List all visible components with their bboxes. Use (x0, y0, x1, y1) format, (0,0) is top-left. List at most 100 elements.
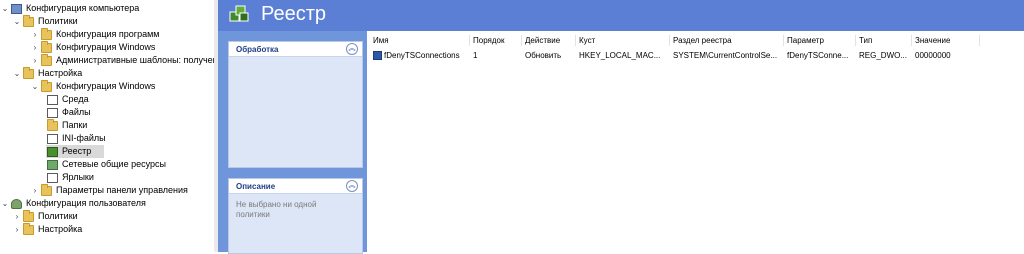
details-pane: Реестр Обработка ︽ Описание ︽ Не выбрано… (218, 0, 1024, 254)
chevron-down-icon[interactable]: ⌄ (0, 2, 10, 15)
console-tree: ⌄ Конфигурация компьютера ⌄ Политики › К… (0, 0, 214, 252)
registry-table: Имя Порядок Действие Куст Раздел реестра… (370, 35, 1024, 62)
folder-icon (23, 209, 34, 222)
tree-item-label: INI-файлы (62, 133, 106, 143)
tree-item-preferences[interactable]: ⌄ Настройка (12, 66, 83, 80)
folder-icon (23, 14, 34, 27)
tree-item-files[interactable]: Файлы (46, 106, 91, 119)
files-icon (47, 107, 58, 118)
cell-value: 00000000 (915, 51, 951, 60)
tree-item-ini-files[interactable]: INI-файлы (46, 132, 106, 145)
control-panel-icon (41, 183, 52, 196)
tree-item-label: Ярлыки (62, 172, 94, 182)
chevron-down-icon[interactable]: ⌄ (0, 197, 10, 210)
shortcut-icon (47, 172, 58, 183)
table-row[interactable]: fDenyTSConnections 1 Обновить HKEY_LOCAL… (370, 50, 1024, 62)
chevron-right-icon[interactable]: › (30, 54, 40, 67)
network-share-icon (47, 159, 58, 170)
folder-icon (23, 222, 34, 235)
tree-item-label: Сетевые общие ресурсы (62, 159, 166, 169)
tree-item-software-settings[interactable]: › Конфигурация программ (30, 27, 160, 41)
table-header: Имя Порядок Действие Куст Раздел реестра… (370, 35, 1024, 46)
column-header-name[interactable]: Имя (370, 35, 470, 46)
tree-item-policies[interactable]: ⌄ Политики (12, 14, 78, 28)
chevron-right-icon[interactable]: › (30, 41, 40, 54)
chevron-down-icon[interactable]: ⌄ (12, 15, 22, 28)
chevron-right-icon[interactable]: › (12, 210, 22, 223)
section-header: Реестр (218, 0, 1024, 31)
tree-item-label: Реестр (62, 146, 92, 156)
cell-type: REG_DWO... (859, 51, 908, 60)
chevron-down-icon[interactable]: ⌄ (12, 67, 22, 80)
tree-item-shortcuts[interactable]: Ярлыки (46, 171, 94, 184)
column-header-key-path[interactable]: Раздел реестра (670, 35, 784, 46)
tree-item-label: Конфигурация компьютера (26, 3, 140, 13)
chevron-right-icon[interactable]: › (30, 184, 40, 197)
chevron-down-icon[interactable]: ⌄ (30, 80, 40, 93)
chevron-right-icon[interactable]: › (12, 223, 22, 236)
tree-item-label: Конфигурация Windows (56, 81, 156, 91)
tree-item-preferences-windows-settings[interactable]: ⌄ Конфигурация Windows (30, 79, 156, 93)
processing-panel: Обработка ︽ (228, 41, 363, 168)
tree-item-control-panel-settings[interactable]: › Параметры панели управления (30, 183, 188, 197)
registry-icon (229, 5, 249, 22)
cell-name: fDenyTSConnections (370, 50, 470, 62)
ini-file-icon (47, 133, 58, 144)
cell-action: Обновить (525, 51, 562, 60)
panel-title: Описание (236, 182, 276, 191)
page-title: Реестр (261, 3, 326, 25)
panel-header[interactable]: Обработка ︽ (229, 42, 362, 57)
cell-key-path: SYSTEM\CurrentControlSe... (673, 51, 778, 60)
tree-item-label: Конфигурация Windows (56, 42, 156, 52)
tree-item-label: Административные шаблоны: получен (56, 55, 214, 65)
tree-item-user-policies[interactable]: › Политики (12, 209, 78, 223)
panel-title: Обработка (236, 45, 279, 54)
column-header-order[interactable]: Порядок (470, 35, 522, 46)
folder-icon (41, 27, 52, 40)
task-sidebar: Обработка ︽ Описание ︽ Не выбрано ни одн… (218, 31, 367, 254)
tree-item-admin-templates[interactable]: › Административные шаблоны: получен (30, 53, 214, 67)
folder-icon (41, 53, 52, 66)
chevron-right-icon[interactable]: › (30, 28, 40, 41)
folder-icon (41, 40, 52, 53)
column-header-action[interactable]: Действие (522, 35, 576, 46)
panel-header[interactable]: Описание ︽ (229, 179, 362, 194)
tree-item-label: Файлы (62, 107, 91, 117)
tree-item-folders[interactable]: Папки (46, 118, 88, 132)
user-icon (11, 198, 22, 209)
tree-item-label: Папки (62, 120, 88, 130)
description-panel: Описание ︽ Не выбрано ни одной политики (228, 178, 363, 254)
computer-icon (11, 3, 22, 14)
cell-name-text: fDenyTSConnections (384, 51, 460, 60)
column-header-hive[interactable]: Куст (576, 35, 670, 46)
cell-order: 1 (473, 51, 478, 60)
column-header-value-name[interactable]: Параметр (784, 35, 856, 46)
tree-item-computer-configuration[interactable]: ⌄ Конфигурация компьютера (0, 2, 139, 15)
tree-item-label: Политики (38, 16, 78, 26)
tree-item-user-preferences[interactable]: › Настройка (12, 222, 83, 236)
column-header-value[interactable]: Значение (912, 35, 980, 46)
tree-item-label: Параметры панели управления (56, 185, 188, 195)
environment-icon (47, 94, 58, 105)
panel-description-text: Не выбрано ни одной политики (236, 200, 317, 219)
tree-item-registry[interactable]: Реестр (46, 145, 104, 158)
tree-item-label: Политики (38, 211, 78, 221)
collapse-icon[interactable]: ︽ (346, 43, 358, 55)
tree-item-label: Конфигурация пользователя (26, 198, 146, 208)
cell-value-name: fDenyTSConne... (787, 51, 849, 60)
tree-item-user-configuration[interactable]: ⌄ Конфигурация пользователя (0, 197, 146, 210)
collapse-icon[interactable]: ︽ (346, 180, 358, 192)
registry-value-icon (373, 51, 382, 61)
column-header-type[interactable]: Тип (856, 35, 912, 46)
tree-item-network-shares[interactable]: Сетевые общие ресурсы (46, 158, 166, 171)
tree-item-label: Настройка (38, 68, 83, 78)
tree-item-label: Конфигурация программ (56, 29, 160, 39)
folder-icon (41, 79, 52, 92)
folder-icon (23, 66, 34, 79)
tree-item-label: Среда (62, 94, 89, 104)
tree-item-label: Настройка (38, 224, 83, 234)
registry-icon (47, 146, 58, 157)
tree-item-windows-settings[interactable]: › Конфигурация Windows (30, 40, 156, 54)
tree-item-environment[interactable]: Среда (46, 93, 89, 106)
cell-hive: HKEY_LOCAL_MAC... (579, 51, 661, 60)
